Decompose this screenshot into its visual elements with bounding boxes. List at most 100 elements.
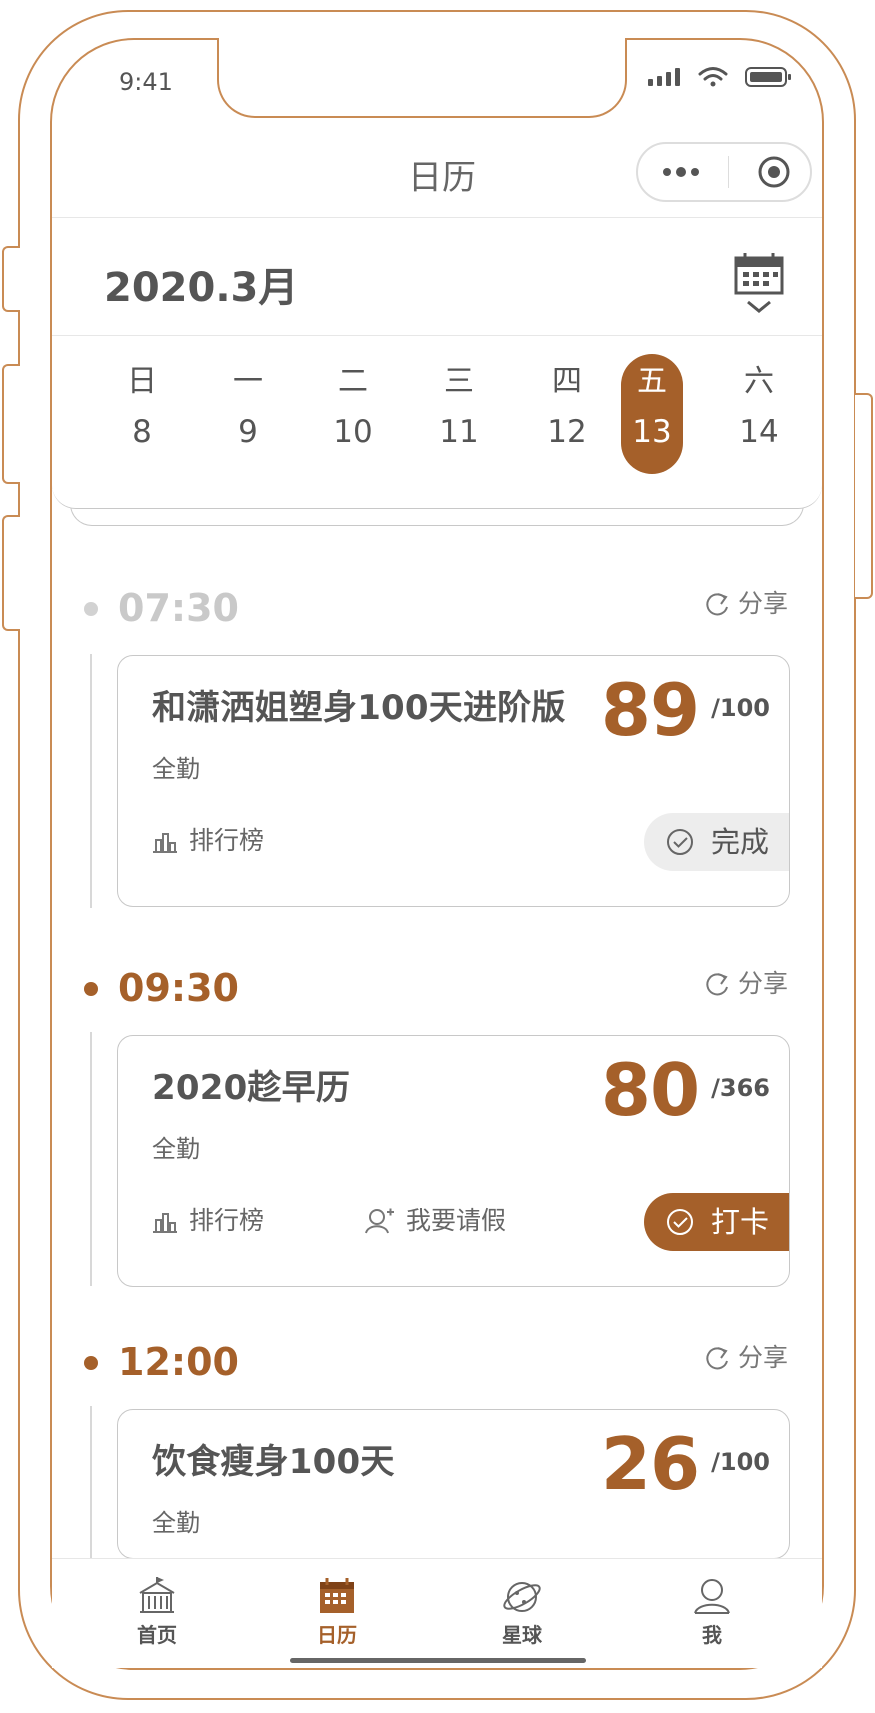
- schedule-time-row: 12:00 分享: [84, 1340, 788, 1384]
- check-circle-icon: [665, 827, 695, 857]
- weekday-label: 日: [127, 364, 157, 399]
- day-number: 14: [739, 414, 779, 450]
- task-card[interactable]: 饮食瘦身100天 全勤 26 /100: [117, 1409, 790, 1559]
- check-circle-icon: [665, 1207, 695, 1237]
- leaderboard-icon: [151, 827, 179, 855]
- leave-request-link[interactable]: 我要请假: [364, 1206, 506, 1236]
- check-in-button[interactable]: 打卡: [644, 1193, 789, 1251]
- score-wrap: 80 /366: [601, 1054, 770, 1126]
- tab-label: 我: [702, 1623, 722, 1647]
- share-icon: [703, 1344, 731, 1372]
- score-total: /100: [711, 1448, 770, 1476]
- share-button[interactable]: 分享: [703, 969, 788, 999]
- weekday-label: 五: [637, 364, 667, 399]
- day-item-9[interactable]: 一 9: [217, 354, 279, 474]
- day-item-13-selected[interactable]: 五 13: [621, 354, 683, 474]
- tab-label: 首页: [137, 1623, 177, 1647]
- score-wrap: 89 /100: [601, 674, 770, 746]
- capsule-divider: [727, 156, 729, 188]
- phone-side-button: [2, 364, 20, 484]
- day-item-10[interactable]: 二 10: [322, 354, 384, 474]
- attendance-label: 全勤: [152, 755, 200, 783]
- score-total: /366: [711, 1074, 770, 1102]
- schedule-time: 12:00: [118, 1340, 239, 1384]
- page-title: 日历: [408, 158, 476, 198]
- tab-profile[interactable]: 我: [667, 1575, 757, 1647]
- completed-label: 完成: [710, 825, 769, 859]
- home-indicator: [290, 1658, 586, 1663]
- task-title: 和潇洒姐塑身100天进阶版: [152, 688, 566, 728]
- month-header: 2020.3月: [52, 218, 822, 336]
- score-value: 80: [600, 1048, 700, 1132]
- calendar-icon[interactable]: [733, 252, 785, 314]
- timeline-dot: [84, 602, 98, 616]
- day-number: 9: [238, 414, 258, 450]
- completed-button[interactable]: 完成: [644, 813, 789, 871]
- profile-icon: [667, 1575, 757, 1619]
- weekday-label: 六: [744, 364, 774, 399]
- calendar-toggle-button[interactable]: [733, 252, 785, 314]
- day-number: 13: [632, 414, 672, 450]
- share-button[interactable]: 分享: [703, 1343, 788, 1373]
- day-number: 10: [333, 414, 373, 450]
- weekday-label: 四: [552, 364, 582, 399]
- planet-icon: [477, 1575, 567, 1619]
- schedule-time: 07:30: [118, 586, 239, 630]
- leave-request-label: 我要请假: [406, 1206, 507, 1235]
- score-wrap: 26 /100: [601, 1428, 770, 1500]
- day-item-8[interactable]: 日 8: [111, 354, 173, 474]
- share-button[interactable]: 分享: [703, 589, 788, 619]
- navigation-bar: 日历: [52, 126, 822, 218]
- weekday-label: 三: [444, 364, 474, 399]
- weekday-label: 二: [338, 364, 368, 399]
- phone-side-button: [2, 246, 20, 312]
- task-card[interactable]: 和潇洒姐塑身100天进阶版 全勤 89 /100 排行榜 完成: [117, 655, 790, 907]
- close-target-icon[interactable]: [756, 154, 792, 190]
- share-icon: [703, 590, 731, 618]
- leaderboard-label: 排行榜: [189, 826, 265, 855]
- phone-side-button: [2, 515, 20, 631]
- share-icon: [703, 970, 731, 998]
- task-card[interactable]: 2020趁早历 全勤 80 /366 排行榜 我要请假 打卡: [117, 1035, 790, 1287]
- schedule-time: 09:30: [118, 966, 239, 1010]
- score-total: /100: [711, 694, 770, 722]
- more-icon[interactable]: [662, 166, 700, 178]
- schedule-time-row: 07:30 分享: [84, 586, 788, 630]
- schedule-time-row: 09:30 分享: [84, 966, 788, 1010]
- weekday-label: 一: [233, 364, 263, 399]
- bottom-tab-bar: 首页 日历 星球 我: [52, 1558, 822, 1668]
- day-item-12[interactable]: 四 12: [536, 354, 598, 474]
- month-title[interactable]: 2020.3月: [104, 255, 298, 313]
- mini-program-capsule[interactable]: [636, 142, 812, 202]
- phone-notch: [217, 38, 627, 118]
- leaderboard-icon: [151, 1207, 179, 1235]
- timeline-line: [90, 1406, 92, 1558]
- leaderboard-link[interactable]: 排行榜: [151, 1206, 264, 1236]
- tab-planet[interactable]: 星球: [477, 1575, 567, 1647]
- task-title: 饮食瘦身100天: [152, 1442, 395, 1482]
- leaderboard-label: 排行榜: [189, 1206, 265, 1235]
- share-label: 分享: [737, 589, 788, 618]
- phone-mockup: 9:41 日历 2020.3月 日 8 一 9 二 10 三 11 四 12 五…: [0, 0, 875, 1713]
- score-value: 26: [600, 1422, 700, 1506]
- phone-side-button: [855, 393, 873, 599]
- day-number: 11: [439, 414, 479, 450]
- tab-calendar[interactable]: 日历: [292, 1575, 382, 1647]
- week-selector: 日 8 一 9 二 10 三 11 四 12 五 13 六 14: [52, 336, 822, 509]
- calendar-icon: [292, 1575, 382, 1619]
- tab-label: 星球: [502, 1623, 542, 1647]
- home-icon: [112, 1575, 202, 1619]
- attendance-label: 全勤: [152, 1135, 200, 1163]
- task-title: 2020趁早历: [152, 1068, 351, 1108]
- check-in-label: 打卡: [710, 1205, 769, 1239]
- timeline-line: [90, 1032, 92, 1286]
- day-item-14[interactable]: 六 14: [728, 354, 790, 474]
- day-item-11[interactable]: 三 11: [428, 354, 490, 474]
- timeline-line: [90, 654, 92, 908]
- leaderboard-link[interactable]: 排行榜: [151, 826, 264, 856]
- score-value: 89: [600, 668, 700, 752]
- tab-home[interactable]: 首页: [112, 1575, 202, 1647]
- share-label: 分享: [737, 1343, 788, 1372]
- day-number: 8: [132, 414, 152, 450]
- tab-label: 日历: [317, 1623, 357, 1647]
